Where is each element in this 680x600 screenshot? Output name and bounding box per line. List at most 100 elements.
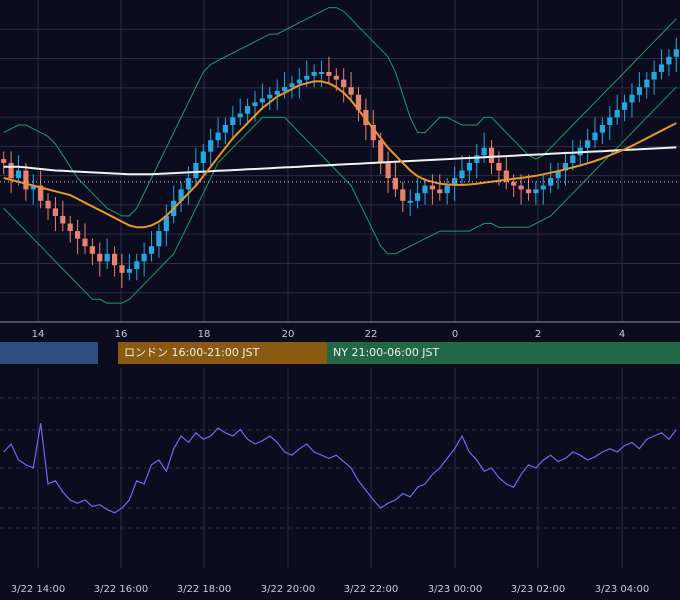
candle-body <box>15 170 22 179</box>
candle-body <box>237 113 243 118</box>
oscillator-x-tick-label: 3/23 04:00 <box>595 584 649 595</box>
oscillator-x-tick-label: 3/23 02:00 <box>511 584 565 595</box>
oscillator-x-tick-label: 3/22 20:00 <box>261 584 315 595</box>
candle-body <box>644 79 650 88</box>
candlesticks <box>1 37 679 288</box>
session-bar-tokyo <box>0 342 98 364</box>
candle-body <box>75 231 81 239</box>
candle-body <box>289 83 295 88</box>
candle-body <box>1 159 7 163</box>
price-x-tick-label: 18 <box>198 329 211 340</box>
candle-body <box>673 49 679 57</box>
candle-body <box>474 155 480 163</box>
candle-body <box>407 200 413 203</box>
candle-body <box>126 269 132 273</box>
candle-body <box>119 265 125 273</box>
candle-body <box>570 155 576 163</box>
candle-body <box>599 125 605 133</box>
price-x-tick-label: 0 <box>452 329 458 340</box>
candle-body <box>511 181 517 186</box>
candle-body <box>385 162 391 179</box>
bollinger-bands <box>3 7 677 304</box>
price-x-tick-label: 2 <box>535 329 541 340</box>
candle-body <box>525 189 532 194</box>
session-bar-ny: NY 21:00-06:00 JST <box>327 342 680 364</box>
candle-body <box>148 246 155 254</box>
candle-body <box>82 238 88 247</box>
candle-body <box>429 185 435 190</box>
oscillator-x-tick-label: 3/22 16:00 <box>94 584 148 595</box>
candle-body <box>348 87 354 95</box>
candle-body <box>193 162 199 179</box>
candle-body <box>259 98 265 103</box>
candle-body <box>629 94 635 103</box>
candle-body <box>444 185 450 194</box>
candle-body <box>518 185 524 190</box>
candle-body <box>185 178 192 190</box>
candle-body <box>415 193 421 201</box>
candle-body <box>607 117 613 125</box>
candle-body <box>52 208 58 216</box>
candle-body <box>466 162 472 171</box>
oscillator-x-tick-label: 3/22 14:00 <box>11 584 65 595</box>
price-x-tick-label: 14 <box>32 329 45 340</box>
price-x-axis: 14 16 18 20 22 0 2 4 <box>32 329 626 340</box>
candle-body <box>614 109 620 118</box>
price-grid <box>0 0 680 323</box>
candle-body <box>230 117 236 125</box>
oscillator-x-tick-label: 3/23 00:00 <box>428 584 482 595</box>
moving-average-long-line <box>3 146 677 176</box>
candle-body <box>437 189 443 194</box>
candle-body <box>200 151 206 163</box>
candle-body <box>89 246 95 254</box>
candle-body <box>45 200 51 209</box>
oscillator-chart: 3/22 14:00 3/22 16:00 3/22 18:00 3/22 20:00… <box>0 368 680 595</box>
candle-body <box>141 253 147 262</box>
candle-body <box>651 72 657 80</box>
candle-body <box>533 189 539 194</box>
bollinger-upper-line <box>3 7 677 217</box>
candle-body <box>326 72 332 76</box>
candle-body <box>459 170 465 179</box>
session-bar-london: ロンドン 16:00-21:00 JST <box>118 342 327 364</box>
price-x-tick-label: 4 <box>619 329 625 340</box>
candle-body <box>245 106 251 114</box>
oscillator-x-tick-label: 3/22 22:00 <box>344 584 398 595</box>
price-x-tick-label: 16 <box>115 329 128 340</box>
price-chart: 14 16 18 20 22 0 2 4 <box>0 0 680 340</box>
candle-body <box>318 72 325 74</box>
candle-body <box>540 185 546 190</box>
candle-body <box>60 215 66 224</box>
candle-body <box>112 253 118 266</box>
candle-body <box>296 79 302 84</box>
price-x-tick-label: 20 <box>282 329 295 340</box>
candle-body <box>252 102 258 107</box>
candle-body <box>156 231 162 247</box>
candle-body <box>400 189 406 201</box>
candle-body <box>496 162 502 171</box>
candle-body <box>585 140 591 148</box>
oscillator-x-tick-label: 3/22 18:00 <box>177 584 231 595</box>
candle-body <box>215 132 221 141</box>
candle-body <box>282 87 288 91</box>
candle-body <box>658 64 665 72</box>
candle-body <box>104 253 110 262</box>
candle-body <box>378 140 384 163</box>
candle-body <box>67 223 73 232</box>
oscillator-grid <box>0 368 680 568</box>
candle-body <box>97 253 103 262</box>
candle-body <box>622 102 628 110</box>
candle-body <box>636 87 642 95</box>
candle-body <box>8 162 14 179</box>
candle-body <box>592 132 598 141</box>
candle-body <box>23 170 29 190</box>
candle-body <box>341 79 347 88</box>
candle-body <box>488 147 495 163</box>
candle-body <box>304 75 310 80</box>
candle-body <box>274 90 280 95</box>
candle-body <box>392 178 398 190</box>
candle-body <box>666 56 672 65</box>
price-x-tick-label: 22 <box>365 329 378 340</box>
candle-body <box>481 147 487 156</box>
oscillator-x-axis: 3/22 14:00 3/22 16:00 3/22 18:00 3/22 20:00… <box>11 584 649 595</box>
